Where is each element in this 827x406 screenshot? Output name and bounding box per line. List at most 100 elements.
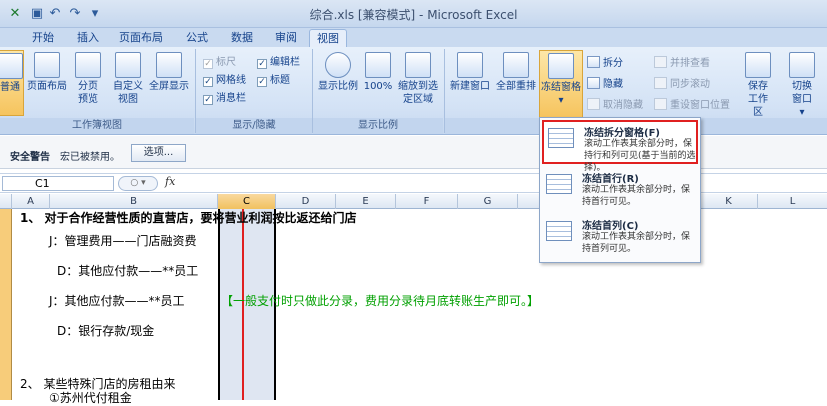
full-screen-icon xyxy=(156,52,182,78)
save-workspace-icon xyxy=(745,52,771,78)
switch-windows-icon xyxy=(789,52,815,78)
menu-item-freeze-top-row[interactable]: 冻结首行(R) 滚动工作表其余部分时，保持首行可见。 xyxy=(542,168,698,212)
group-label-show-hide: 显示/隐藏 xyxy=(196,118,312,134)
formula-input[interactable] xyxy=(184,176,824,191)
tab-insert[interactable]: 插入 xyxy=(68,29,108,48)
checkbox-checked-icon: ✓ xyxy=(203,95,213,105)
column-header-b[interactable]: B xyxy=(50,194,218,209)
checkbox-checked-icon: ✓ xyxy=(203,77,213,87)
menu-item-freeze-first-column[interactable]: 冻结首列(C) 滚动工作表其余部分时，保持首列可见。 xyxy=(542,215,698,259)
insert-function-icon[interactable]: fx xyxy=(165,175,175,188)
page-break-preview-button[interactable]: 分页预览 xyxy=(70,50,106,116)
group-label-zoom: 显示比例 xyxy=(313,118,443,134)
message-bar-checkbox[interactable]: ✓ 消息栏 xyxy=(203,89,246,106)
column-header-c[interactable]: C xyxy=(218,194,276,209)
formula-bar: C1 ○ ▾ fx xyxy=(0,173,827,193)
switch-windows-button[interactable]: 切换窗口 ▾ xyxy=(780,50,824,118)
worksheet-grid[interactable]: 1、 对于合作经营性质的直营店，要将营业利润按比返还给门店 J：管理费用——门店… xyxy=(12,209,827,405)
zoom-to-selection-button[interactable]: 缩放到选定区域 xyxy=(396,50,440,116)
hide-window-button[interactable]: 隐藏 xyxy=(587,75,623,92)
cell-row4-b[interactable]: J：其他应付款——**员工 xyxy=(49,292,185,309)
select-all-corner[interactable] xyxy=(0,194,12,209)
freeze-panes-menu: 冻结拆分窗格(F) 滚动工作表其余部分时，保持行和列可见(基于当前的选择)。 冻… xyxy=(539,117,701,263)
checkbox-checked-icon: ✓ xyxy=(257,59,267,69)
custom-views-button[interactable]: 自定义视图 xyxy=(110,50,146,116)
new-window-button[interactable]: 新建窗口 xyxy=(448,50,492,116)
column-header-l[interactable]: L xyxy=(758,194,827,209)
new-window-icon xyxy=(457,52,483,78)
column-header-g[interactable]: G xyxy=(458,194,518,209)
zoom-100-icon xyxy=(365,52,391,78)
chevron-down-icon: ▾ xyxy=(558,95,564,106)
unhide-window-icon xyxy=(587,98,600,110)
security-message: 宏已被禁用。 xyxy=(60,152,120,163)
ribbon: 普通 页面布局 分页预览 自定义视图 全屏显示 工作簿视图 ✓ 标尺 ✓ 编辑栏 ✓… xyxy=(0,47,827,135)
sync-scroll-icon xyxy=(654,77,667,89)
freeze-panes-icon xyxy=(548,53,574,79)
tab-data[interactable]: 数据 xyxy=(222,29,262,48)
zoom-button[interactable]: 显示比例 xyxy=(316,50,360,116)
view-side-by-side-button[interactable]: 并排查看 xyxy=(654,54,710,71)
split-button[interactable]: 拆分 xyxy=(587,54,623,71)
tab-view[interactable]: 视图 xyxy=(309,29,347,48)
column-header-a[interactable]: A xyxy=(12,194,50,209)
ruler-checkbox[interactable]: ✓ 标尺 xyxy=(203,53,236,70)
zoom-selection-icon xyxy=(405,52,431,78)
cell-row4-d[interactable]: 【一般支付时只做此分录，费用分录待月底转账生产即可。】 xyxy=(221,292,539,309)
name-box[interactable]: C1 xyxy=(2,176,114,191)
zoom-100-button[interactable]: 100% xyxy=(362,50,394,116)
menu-item-freeze-panes[interactable]: 冻结拆分窗格(F) 滚动工作表其余部分时，保持行和列可见(基于当前的选择)。 xyxy=(542,120,698,173)
normal-view-icon xyxy=(0,53,23,79)
tab-formulas[interactable]: 公式 xyxy=(176,29,218,48)
freeze-panes-button[interactable]: 冻结窗格 ▾ xyxy=(539,50,583,118)
cell-row2[interactable]: J：管理费用——门店融资费 xyxy=(49,232,197,249)
column-header-f[interactable]: F xyxy=(396,194,458,209)
group-label-workbook-views: 工作簿视图 xyxy=(0,118,194,134)
checkbox-checked-icon: ✓ xyxy=(203,59,213,69)
options-button[interactable]: 选项... xyxy=(131,144,186,162)
column-header-k[interactable]: K xyxy=(700,194,758,209)
magnifier-icon xyxy=(325,52,351,78)
column-header-d[interactable]: D xyxy=(276,194,336,209)
column-headers: A B C D E F G K L xyxy=(0,194,827,209)
page-layout-icon xyxy=(34,52,60,78)
side-by-side-icon xyxy=(654,56,667,68)
arrange-all-button[interactable]: 全部重排 xyxy=(494,50,538,116)
tab-home[interactable]: 开始 xyxy=(22,29,64,48)
save-workspace-button[interactable]: 保存工作区 xyxy=(738,50,778,118)
cell-row1[interactable]: 1、 对于合作经营性质的直营店，要将营业利润按比返还给门店 xyxy=(20,209,357,226)
formula-controls[interactable]: ○ ▾ xyxy=(118,176,158,191)
freeze-top-row-icon xyxy=(546,174,572,194)
window-title: 综合.xls [兼容模式] - Microsoft Excel xyxy=(309,8,518,22)
full-screen-button[interactable]: 全屏显示 xyxy=(146,50,192,116)
tab-review[interactable]: 审阅 xyxy=(266,29,306,48)
column-header-h[interactable] xyxy=(518,194,540,209)
ribbon-tabs: 开始 插入 页面布局 公式 数据 审阅 视图 xyxy=(0,28,827,48)
freeze-first-column-icon xyxy=(546,221,572,241)
unhide-window-button[interactable]: 取消隐藏 xyxy=(587,96,643,113)
security-warning-bar: 安全警告 宏已被禁用。 选项... xyxy=(0,136,827,169)
title-bar: ✕ ▣ ↶ ↷ ▾ 综合.xls [兼容模式] - Microsoft Exce… xyxy=(0,0,827,28)
cell-row7[interactable]: ①苏州代付租金 xyxy=(49,389,132,406)
gridlines-checkbox[interactable]: ✓ 网格线 xyxy=(203,71,246,88)
cell-row5[interactable]: D：银行存款/现金 xyxy=(57,322,154,339)
custom-views-icon xyxy=(115,52,141,78)
cell-row3[interactable]: D：其他应付款——**员工 xyxy=(57,262,198,279)
page-break-icon xyxy=(75,52,101,78)
normal-view-button[interactable]: 普通 xyxy=(0,50,24,116)
page-layout-view-button[interactable]: 页面布局 xyxy=(26,50,68,116)
headings-checkbox[interactable]: ✓ 标题 xyxy=(257,71,290,88)
row-headers[interactable] xyxy=(0,209,12,400)
security-warning-label: 安全警告 xyxy=(10,152,50,163)
split-icon xyxy=(587,56,600,68)
hide-window-icon xyxy=(587,77,600,89)
tab-page-layout[interactable]: 页面布局 xyxy=(112,29,170,48)
column-header-e[interactable]: E xyxy=(336,194,396,209)
arrange-all-icon xyxy=(503,52,529,78)
reset-window-position-button[interactable]: 重设窗口位置 xyxy=(654,96,730,113)
synchronous-scrolling-button[interactable]: 同步滚动 xyxy=(654,75,710,92)
checkbox-checked-icon: ✓ xyxy=(257,77,267,87)
reset-position-icon xyxy=(654,98,667,110)
freeze-panes-icon xyxy=(548,128,574,148)
formula-bar-checkbox[interactable]: ✓ 编辑栏 xyxy=(257,53,300,70)
